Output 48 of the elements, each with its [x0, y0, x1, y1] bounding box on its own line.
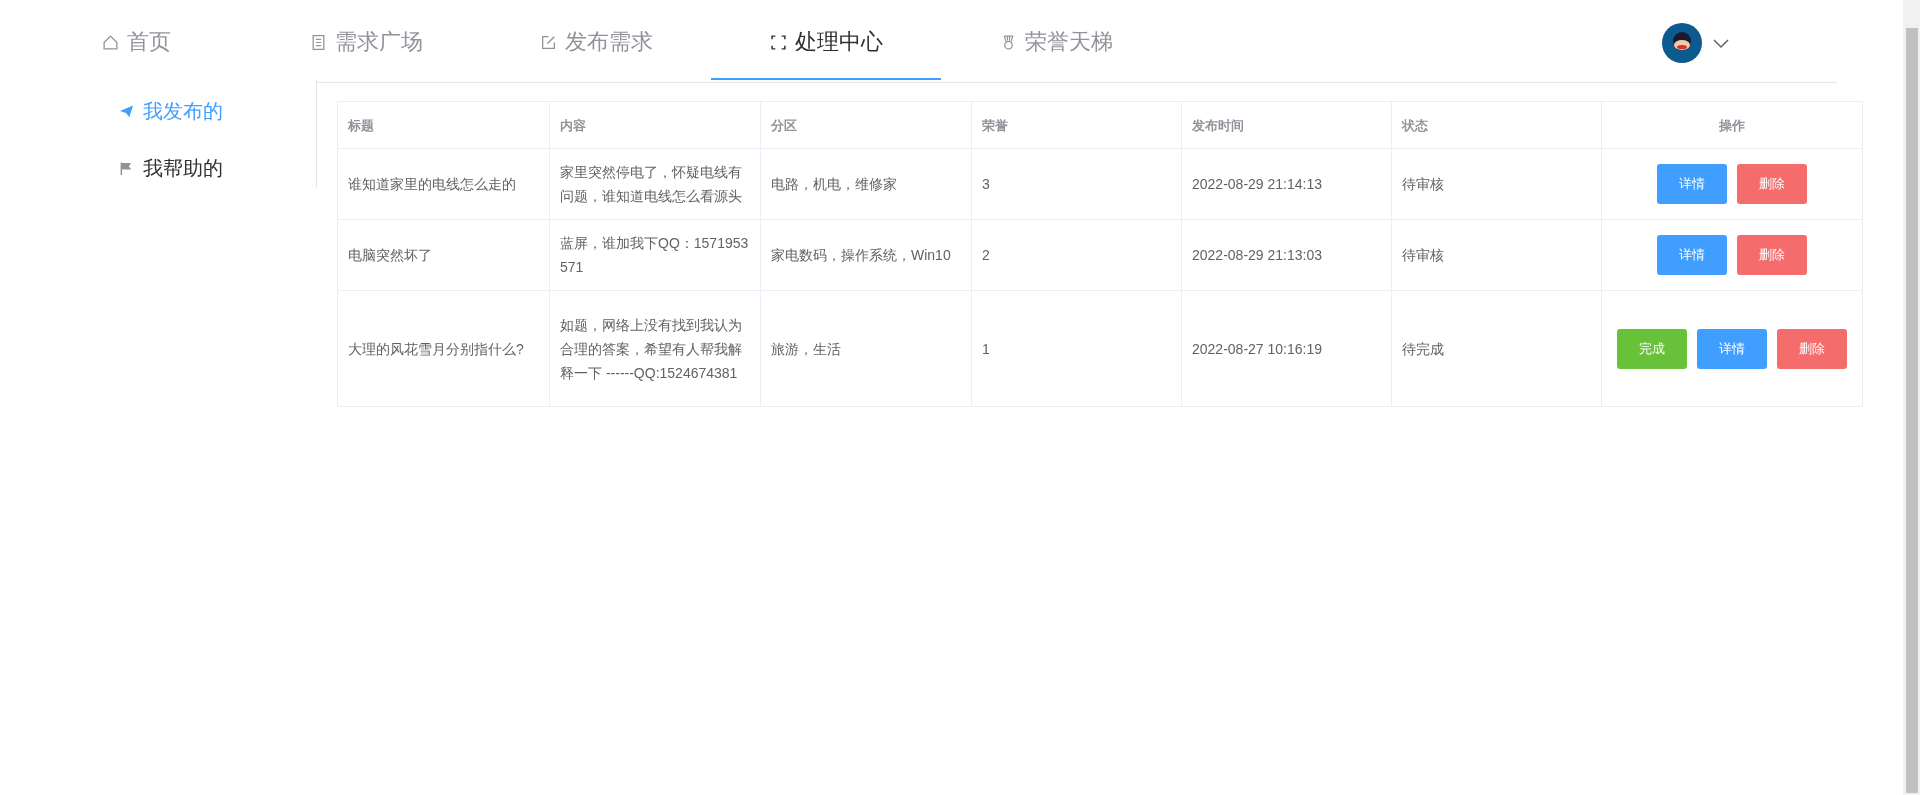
table-cell: 待完成 [1391, 290, 1602, 407]
edit-icon [539, 33, 557, 51]
table-cell: 2 [971, 219, 1182, 291]
details-button[interactable]: 详情 [1657, 235, 1727, 275]
table-cell: 2022-08-27 10:16:19 [1181, 290, 1392, 407]
delete-button[interactable]: 删除 [1777, 328, 1847, 369]
table-cell: 旅游，生活 [760, 290, 972, 407]
chevron-down-icon[interactable] [1712, 37, 1730, 49]
table-cell: 家里突然停电了，怀疑电线有问题，谁知道电线怎么看源头 [549, 148, 761, 220]
table-cell: 待审核 [1391, 148, 1602, 220]
table-cell: 2022-08-29 21:14:13 [1181, 148, 1392, 220]
table-cell: 2022-08-29 21:13:03 [1181, 219, 1392, 291]
scrollbar-thumb[interactable] [1906, 28, 1918, 793]
avatar-icon[interactable] [1662, 23, 1702, 63]
home-icon [101, 33, 119, 51]
column-header: 状态 [1391, 101, 1602, 149]
paper-plane-icon [119, 104, 134, 119]
details-button[interactable]: 详情 [1697, 328, 1767, 369]
scan-icon [769, 33, 787, 51]
flag-icon [119, 161, 134, 176]
sidebar-item[interactable]: 我发布的 [119, 98, 223, 125]
details-button[interactable]: 详情 [1657, 164, 1727, 204]
complete-button[interactable]: 完成 [1617, 328, 1687, 369]
column-header: 发布时间 [1181, 101, 1392, 149]
nav-tab[interactable]: 发布需求 [481, 6, 711, 80]
table-cell: 如题，网络上没有找到我认为合理的答案，希望有人帮我解释一下 ------QQ:1524674381 [549, 290, 761, 407]
table-cell: 大理的风花雪月分别指什么? [337, 290, 550, 407]
table-cell: 谁知道家里的电线怎么走的 [337, 148, 550, 220]
table-cell: 3 [971, 148, 1182, 220]
scrollbar[interactable] [1903, 0, 1920, 795]
nav-tab[interactable]: 处理中心 [711, 6, 941, 80]
nav-tab[interactable]: 荣誉天梯 [941, 6, 1171, 80]
table-cell: 蓝屏，谁加我下QQ：1571953571 [549, 219, 761, 291]
sidebar-item[interactable]: 我帮助的 [119, 155, 223, 182]
table-cell: 电路，机电，维修家 [760, 148, 972, 220]
delete-button[interactable]: 删除 [1737, 164, 1807, 204]
table-cell: 电脑突然坏了 [337, 219, 550, 291]
column-header: 荣誉 [971, 101, 1182, 149]
delete-button[interactable]: 删除 [1737, 235, 1807, 275]
column-header: 标题 [337, 101, 550, 149]
table-cell: 1 [971, 290, 1182, 407]
nav-tab[interactable]: 首页 [21, 6, 251, 80]
table-cell: 家电数码，操作系统，Win10 [760, 219, 972, 291]
nav-tab[interactable]: 需求广场 [251, 6, 481, 80]
column-header: 内容 [549, 101, 761, 149]
column-header: 操作 [1601, 101, 1863, 149]
column-header: 分区 [760, 101, 972, 149]
table-cell: 待审核 [1391, 219, 1602, 291]
